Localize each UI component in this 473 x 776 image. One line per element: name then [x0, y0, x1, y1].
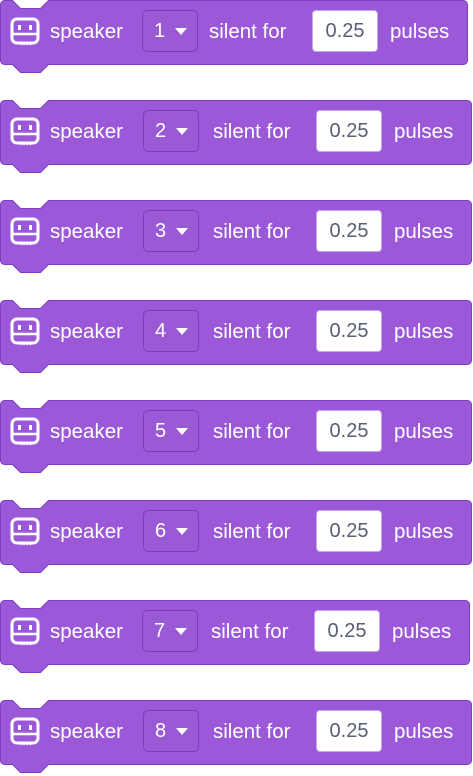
pulses-label: pulses: [394, 520, 454, 543]
speaker-label: speaker: [50, 420, 123, 443]
port-dropdown[interactable]: 5: [143, 410, 199, 452]
speaker-label: speaker: [50, 720, 123, 743]
robot-icon: [9, 517, 41, 547]
silent-for-label: silent for: [213, 220, 291, 243]
port-dropdown[interactable]: 6: [143, 510, 199, 552]
speaker-label: speaker: [50, 220, 123, 243]
speaker-silent-block[interactable]: speaker 6 silent for 0.25 pulses: [0, 500, 473, 576]
speaker-label: speaker: [50, 520, 123, 543]
silent-for-label: silent for: [213, 520, 291, 543]
port-value: 2: [155, 120, 167, 142]
silent-for-label: silent for: [211, 620, 289, 643]
caret-down-icon: [176, 328, 188, 335]
speaker-label: speaker: [50, 620, 123, 643]
robot-icon: [9, 217, 41, 247]
port-value: 3: [155, 220, 167, 242]
caret-down-icon: [176, 128, 188, 135]
duration-input[interactable]: 0.25: [316, 510, 382, 552]
silent-for-label: silent for: [213, 420, 291, 443]
pulses-label: pulses: [392, 620, 452, 643]
port-value: 5: [155, 420, 167, 442]
speaker-silent-block[interactable]: speaker 4 silent for 0.25 pulses: [0, 300, 473, 376]
silent-for-label: silent for: [209, 20, 287, 43]
port-value: 6: [155, 520, 167, 542]
pulses-label: pulses: [394, 320, 454, 343]
port-dropdown[interactable]: 1: [142, 10, 198, 52]
pulses-label: pulses: [394, 420, 454, 443]
port-dropdown[interactable]: 8: [143, 710, 199, 752]
caret-down-icon: [176, 428, 188, 435]
duration-input[interactable]: 0.25: [314, 610, 380, 652]
duration-input[interactable]: 0.25: [316, 210, 382, 252]
pulses-label: pulses: [394, 120, 454, 143]
speaker-silent-block[interactable]: speaker 7 silent for 0.25 pulses: [0, 600, 473, 676]
pulses-label: pulses: [394, 720, 454, 743]
duration-input[interactable]: 0.25: [316, 310, 382, 352]
silent-for-label: silent for: [213, 120, 291, 143]
robot-icon: [9, 17, 41, 47]
robot-icon: [9, 117, 41, 147]
port-value: 1: [154, 20, 166, 42]
duration-input[interactable]: 0.25: [316, 110, 382, 152]
caret-down-icon: [176, 528, 188, 535]
robot-icon: [9, 617, 41, 647]
speaker-label: speaker: [50, 320, 123, 343]
silent-for-label: silent for: [213, 720, 291, 743]
robot-icon: [9, 417, 41, 447]
silent-for-label: silent for: [213, 320, 291, 343]
caret-down-icon: [175, 28, 187, 35]
port-value: 8: [155, 720, 167, 742]
duration-input[interactable]: 0.25: [316, 410, 382, 452]
duration-input[interactable]: 0.25: [316, 710, 382, 752]
port-value: 7: [154, 620, 166, 642]
caret-down-icon: [176, 228, 188, 235]
port-dropdown[interactable]: 2: [143, 110, 199, 152]
port-value: 4: [155, 320, 167, 342]
speaker-silent-block[interactable]: speaker 1 silent for 0.25 pulses: [0, 0, 473, 76]
speaker-label: speaker: [50, 120, 123, 143]
port-dropdown[interactable]: 4: [143, 310, 199, 352]
port-dropdown[interactable]: 3: [143, 210, 199, 252]
speaker-silent-block[interactable]: speaker 2 silent for 0.25 pulses: [0, 100, 473, 176]
caret-down-icon: [175, 628, 187, 635]
robot-icon: [9, 317, 41, 347]
port-dropdown[interactable]: 7: [142, 610, 198, 652]
duration-input[interactable]: 0.25: [312, 10, 378, 52]
speaker-silent-block[interactable]: speaker 5 silent for 0.25 pulses: [0, 400, 473, 476]
robot-icon: [9, 717, 41, 747]
speaker-silent-block[interactable]: speaker 8 silent for 0.25 pulses: [0, 700, 473, 776]
pulses-label: pulses: [394, 220, 454, 243]
speaker-silent-block[interactable]: speaker 3 silent for 0.25 pulses: [0, 200, 473, 276]
caret-down-icon: [176, 728, 188, 735]
speaker-label: speaker: [50, 20, 123, 43]
pulses-label: pulses: [390, 20, 450, 43]
